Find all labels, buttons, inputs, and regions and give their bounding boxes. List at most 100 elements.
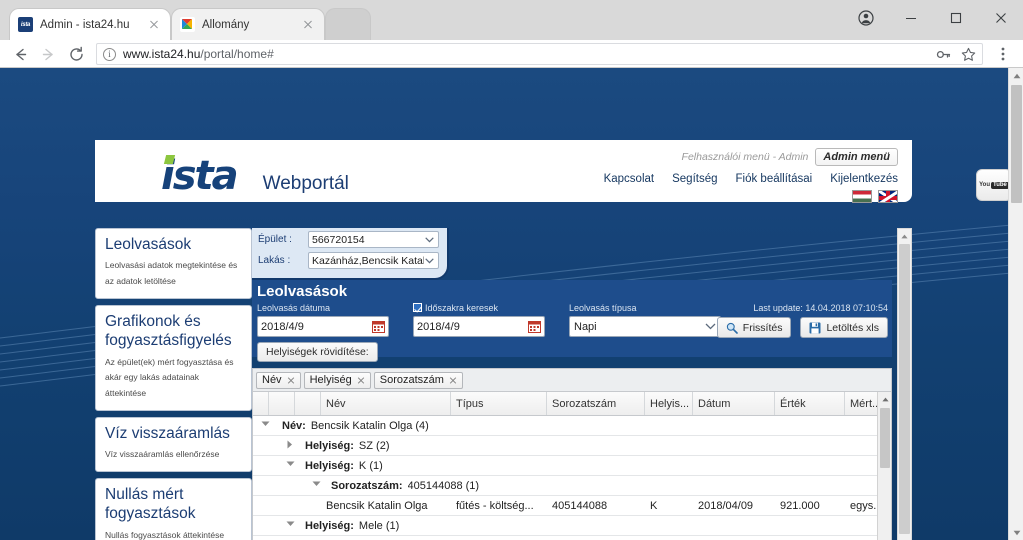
site-info-icon[interactable]: i (103, 47, 116, 61)
grid-scrollbar[interactable] (877, 392, 891, 540)
bookmark-star-icon[interactable] (960, 46, 976, 62)
sidebar-item-title: Leolvasások (105, 236, 192, 253)
expand-collapse-toggle[interactable] (253, 519, 300, 532)
remove-tag-icon[interactable] (449, 376, 457, 384)
readings-grid: Név Típus Sorozatszám Helyis... Dátum Ér… (252, 391, 892, 540)
grid-col-datum[interactable]: Dátum (693, 392, 775, 415)
grid-body: Név: Bencsik Katalin Olga (4) Helyiség: … (253, 416, 891, 540)
grid-col-spacer-2[interactable] (269, 392, 295, 415)
expand-collapse-toggle[interactable] (253, 439, 300, 452)
date-from-input[interactable]: 2018/4/9 (257, 316, 389, 337)
page-scrollbar-thumb[interactable] (1011, 85, 1022, 203)
filter-tag-sorozatszam[interactable]: Sorozatszám (373, 371, 463, 389)
window-controls (843, 0, 1023, 36)
sidebar-item-title: Víz visszaáramlás (105, 424, 230, 442)
grid-col-tipus[interactable]: Típus (451, 392, 547, 415)
header-link-segitseg[interactable]: Segítség (672, 173, 717, 185)
reading-type-select[interactable]: Napi (569, 316, 721, 337)
table-row[interactable]: Helyiség: K (1) (253, 456, 891, 476)
period-checkbox[interactable] (413, 303, 422, 312)
room-abbreviation-button[interactable]: Helyiségek rövidítése: (257, 342, 378, 362)
key-icon[interactable] (935, 46, 951, 62)
table-row[interactable]: Helyiség: SZ (2) (253, 436, 891, 456)
sidebar-item-nullas-mert[interactable]: Nullás mért fogyasztások Nullás fogyaszt… (95, 477, 252, 540)
sidebar-item-viz-visszaaramlas[interactable]: Víz visszaáramlás Víz visszaáramlás elle… (95, 416, 252, 472)
date-to-input[interactable]: 2018/4/9 (413, 316, 545, 337)
youtube-button[interactable]: You Tube (976, 169, 1012, 201)
filter-tag-nev[interactable]: Név (256, 371, 301, 389)
flat-select[interactable]: Kazánház,Bencsik Katalin (308, 252, 439, 269)
expand-collapse-toggle[interactable] (253, 459, 300, 472)
maximize-icon[interactable] (933, 2, 978, 34)
grid-col-helyiseg[interactable]: Helyis... (645, 392, 693, 415)
grid-col-spacer-1[interactable] (253, 392, 269, 415)
date-to-field: Időszakra keresek 2018/4/9 (413, 303, 545, 337)
close-window-icon[interactable] (978, 2, 1023, 34)
scroll-up-icon[interactable] (878, 392, 891, 406)
sidebar-item-grafikonok[interactable]: Grafikonok és fogyasztásfigyelés Az épül… (95, 304, 252, 411)
browser-tab-allomany[interactable]: Állomány (172, 9, 324, 40)
browser-tab-admin[interactable]: ista Admin - ista24.hu (10, 9, 170, 40)
building-row: Épület : 566720154 (258, 231, 439, 248)
scroll-up-icon[interactable] (898, 229, 911, 243)
table-row[interactable]: Sorozatszám: 405144088 (1) (253, 476, 891, 496)
back-arrow-icon[interactable] (6, 40, 34, 68)
building-select[interactable]: 566720154 (308, 231, 439, 248)
grid-col-mertekegyseg[interactable]: Mért... (845, 392, 879, 415)
admin-menu-button[interactable]: Admin menü (815, 148, 898, 166)
grid-col-nev[interactable]: Név (321, 392, 451, 415)
header-link-kapcsolat[interactable]: Kapcsolat (604, 173, 655, 185)
table-row[interactable]: Bencsik Katalin Olga fűtés - költség... … (253, 496, 891, 516)
grid-col-sorozatszam[interactable]: Sorozatszám (547, 392, 645, 415)
filter-tag-helyiseg[interactable]: Helyiség (303, 371, 371, 389)
minimize-icon[interactable] (888, 2, 933, 34)
page-scrollbar[interactable] (1008, 68, 1023, 540)
floppy-disk-icon (809, 322, 821, 333)
tab-title: Állomány (202, 18, 250, 31)
period-checkbox-label[interactable]: Időszakra keresek (413, 303, 545, 313)
table-row[interactable]: Név: Bencsik Katalin Olga (4) (253, 416, 891, 436)
download-xls-button[interactable]: Letöltés xls (800, 317, 888, 338)
scroll-down-icon[interactable] (1009, 525, 1023, 540)
header-links: Kapcsolat Segítség Fiók beállításai Kije… (604, 173, 898, 185)
tab-close-icon[interactable] (300, 17, 316, 33)
header-link-fiok-beallitasai[interactable]: Fiók beállításai (736, 173, 813, 185)
grid-scrollbar-thumb[interactable] (880, 408, 890, 468)
flag-hu-icon[interactable] (852, 190, 872, 203)
sidebar-item-leolvasasok[interactable]: Leolvasások Leolvasási adatok megtekinté… (95, 228, 252, 299)
chevron-down-icon (286, 519, 296, 529)
grid-col-ertek[interactable]: Érték (775, 392, 845, 415)
sidebar-item-desc: Az épület(ek) mért fogyasztása és akár e… (105, 356, 234, 398)
profile-icon[interactable] (843, 2, 888, 34)
sidebar-item-title: Nullás mért fogyasztások (105, 485, 196, 523)
table-row[interactable]: Helyiség: Mele (1) (253, 516, 891, 536)
expand-collapse-toggle[interactable] (253, 479, 326, 492)
group-label: Helyiség: (305, 519, 354, 532)
reading-type-field: Leolvasás típusa Napi (569, 303, 721, 337)
flag-uk-icon[interactable] (878, 190, 898, 203)
header-link-kijelentkezes[interactable]: Kijelentkezés (830, 173, 898, 185)
grid-col-spacer-3[interactable] (295, 392, 321, 415)
chrome-menu-icon[interactable] (989, 40, 1017, 68)
remove-tag-icon[interactable] (357, 376, 365, 384)
tab-close-icon[interactable] (146, 17, 162, 33)
calendar-icon[interactable] (372, 320, 385, 333)
refresh-button[interactable]: Frissítés (716, 317, 792, 338)
scroll-up-icon[interactable] (1009, 68, 1023, 83)
content-scrollbar-thumb[interactable] (899, 244, 910, 534)
table-row[interactable]: Sorozatszám: 408037004 (1) (253, 536, 891, 540)
new-tab-button[interactable] (326, 9, 370, 40)
cell-datum: 2018/04/09 (698, 499, 754, 512)
remove-tag-icon[interactable] (287, 376, 295, 384)
reload-icon[interactable] (62, 40, 90, 68)
address-bar[interactable]: i www.ista24.hu/portal/home# (96, 43, 983, 65)
refresh-button-label: Frissítés (742, 321, 783, 334)
calendar-icon[interactable] (528, 320, 541, 333)
ista-logo[interactable]: ista Webportál (161, 155, 349, 196)
content-scrollbar[interactable] (897, 228, 912, 540)
readings-panel: Leolvasások Leolvasás dátuma 2018/4/9 Id… (252, 280, 892, 362)
group-label: Sorozatszám: (331, 479, 403, 492)
expand-collapse-toggle[interactable] (253, 419, 277, 432)
browser-toolbar: i www.ista24.hu/portal/home# (0, 40, 1023, 68)
user-menu-label: Felhasználói menü - Admin (681, 151, 809, 163)
